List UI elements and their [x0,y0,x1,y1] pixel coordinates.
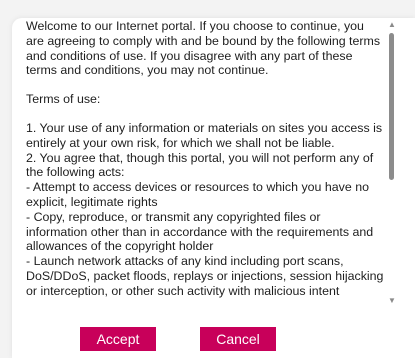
accept-button[interactable]: Accept [80,327,156,351]
scroll-up-icon[interactable]: ▲ [386,20,398,30]
terms-item: 2. You agree that, though this portal, y… [26,150,374,180]
terms-item: - Copy, reproduce, or transmit any copyr… [26,209,374,254]
cancel-button[interactable]: Cancel [200,327,276,351]
terms-scrollbar[interactable]: ▲ ▼ [386,20,398,306]
terms-text-area[interactable]: Welcome to our Internet portal. If you c… [26,19,384,306]
terms-intro: Welcome to our Internet portal. If you c… [26,19,381,78]
scroll-down-icon[interactable]: ▼ [386,296,398,306]
scroll-thumb[interactable] [389,33,394,180]
terms-item: 1. Your use of any information or materi… [26,120,383,150]
terms-item: - Attempt to access devices or resources… [26,180,369,209]
terms-item: - Launch network attacks of any kind inc… [26,254,384,298]
terms-heading: Terms of use: [26,92,101,107]
